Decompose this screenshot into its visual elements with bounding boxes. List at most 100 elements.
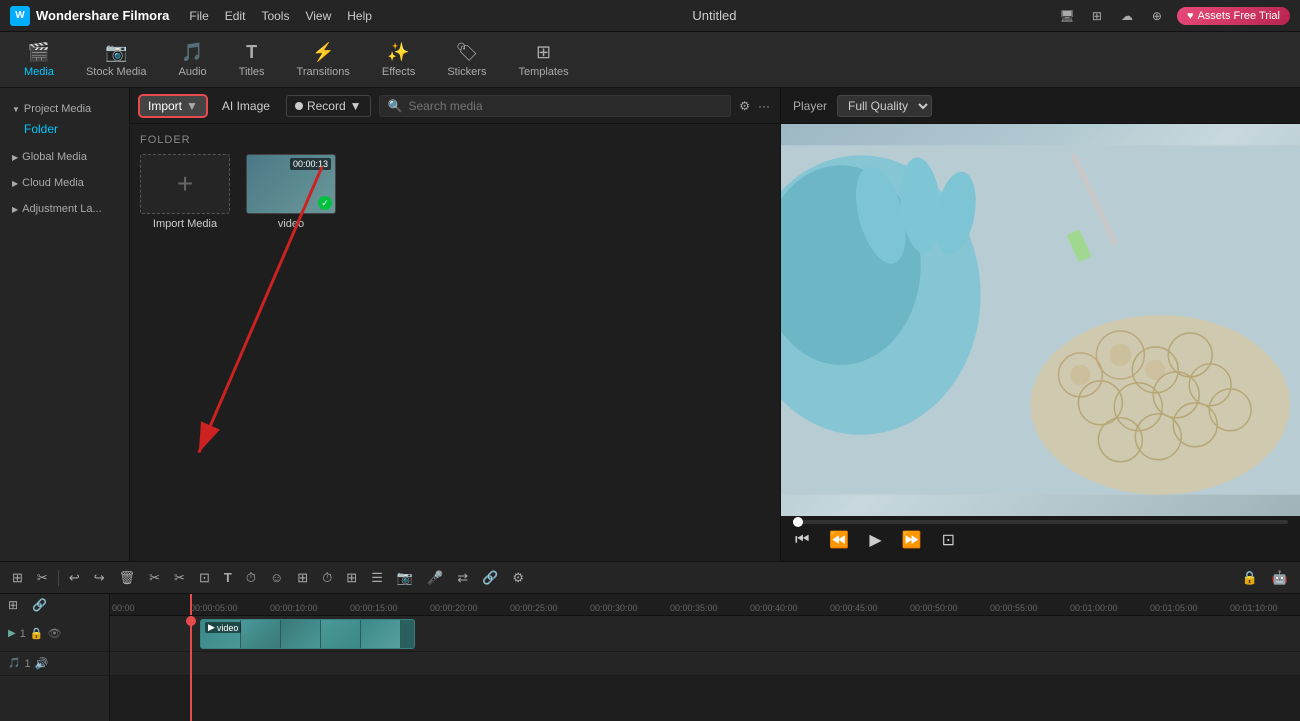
templates-nav-icon: ⊞ bbox=[536, 42, 551, 63]
menu-tools[interactable]: Tools bbox=[261, 9, 289, 23]
nav-templates[interactable]: ⊞ Templates bbox=[504, 36, 582, 84]
import-media-item[interactable]: + Import Media bbox=[140, 154, 230, 230]
video-track-label: ▶ 1 🔒 👁 bbox=[0, 616, 109, 652]
tl-redo-button[interactable]: ↪ bbox=[90, 568, 109, 588]
nav-media[interactable]: 🎬 Media bbox=[10, 36, 68, 84]
tl-ai-button[interactable]: 🤖 bbox=[1268, 568, 1292, 588]
monitor-icon[interactable]: 🖥 bbox=[1057, 6, 1077, 26]
track-area: ▶ video bbox=[110, 616, 1300, 721]
sidebar-project-media-section: ▼ Project Media Folder bbox=[0, 96, 129, 144]
nav-transitions[interactable]: ⚡ Transitions bbox=[283, 36, 364, 84]
clip-thumb-2 bbox=[241, 620, 281, 649]
step-forward-button[interactable]: ⏩ bbox=[900, 528, 924, 552]
preview-video bbox=[781, 124, 1300, 516]
stickers-nav-icon: 🏷 bbox=[455, 42, 478, 63]
progress-fill bbox=[793, 520, 795, 524]
tl-text-button[interactable]: T bbox=[220, 568, 236, 587]
chevron-right-icon: ▶ bbox=[12, 153, 18, 162]
more-options-icon[interactable]: ··· bbox=[758, 99, 770, 113]
sidebar-item-adjustment[interactable]: ▶ Adjustment La... bbox=[8, 200, 121, 218]
nav-effects[interactable]: ✨ Effects bbox=[368, 36, 429, 84]
timeline-toolbar: ⊞ ✂ ↩ ↪ 🗑 ✂ ✂ ⊡ T ⏱ ☺ ⊞ ⏱ ⊞ ☰ 📷 🎤 ⇄ 🔗 ⚙ … bbox=[0, 562, 1300, 594]
video-track-controls: 🔒 👁 bbox=[30, 627, 62, 640]
tl-lock-button[interactable]: 🔒 bbox=[1238, 568, 1262, 588]
navbar: 🎬 Media 📷 Stock Media 🎵 Audio T Titles ⚡… bbox=[0, 32, 1300, 88]
video-clip[interactable]: ▶ video bbox=[200, 619, 415, 649]
tl-crop-button[interactable]: ⊡ bbox=[195, 568, 214, 588]
cloud-icon[interactable]: ☁ bbox=[1117, 6, 1137, 26]
tl-swap-button[interactable]: ⇄ bbox=[453, 568, 472, 588]
play-button[interactable]: ▶ bbox=[867, 528, 883, 552]
progress-bar[interactable] bbox=[793, 520, 1288, 524]
tl-magnet-button[interactable]: ✂ bbox=[33, 568, 52, 588]
video-track-lock-button[interactable]: 🔒 bbox=[30, 627, 44, 640]
tl-cut-button[interactable]: ✂ bbox=[145, 568, 164, 588]
preview-panel: Player Full Quality 1/2 Quality 1/4 Qual… bbox=[780, 88, 1300, 561]
nav-effects-label: Effects bbox=[382, 66, 415, 78]
tl-delete-button[interactable]: 🗑 bbox=[115, 568, 140, 588]
media-panel: Import ▼ AI Image Record ▼ 🔍 ⚙ ··· FOLDE… bbox=[130, 88, 780, 561]
sidebar-item-cloud-media[interactable]: ▶ Cloud Media bbox=[8, 174, 121, 192]
app-logo: W Wondershare Filmora bbox=[10, 6, 169, 26]
audio-track-number: 1 bbox=[24, 658, 30, 670]
nav-audio[interactable]: 🎵 Audio bbox=[165, 36, 221, 84]
nav-stickers[interactable]: 🏷 Stickers bbox=[433, 36, 500, 84]
ruler-label-5: 00:00:05:00 bbox=[190, 603, 238, 613]
import-button[interactable]: Import ▼ bbox=[140, 96, 206, 116]
tl-audio-button[interactable]: 🎤 bbox=[423, 568, 447, 588]
nav-audio-label: Audio bbox=[179, 66, 207, 78]
ai-image-button[interactable]: AI Image bbox=[214, 96, 278, 116]
audio-track-volume-button[interactable]: 🔊 bbox=[35, 657, 49, 670]
sidebar-global-media-section: ▶ Global Media bbox=[0, 144, 129, 170]
tl-link-track-button[interactable]: 🔗 bbox=[28, 596, 51, 614]
audio-track-controls: 🔊 bbox=[35, 657, 49, 670]
video-media-thumb: 00:00:13 ✓ bbox=[246, 154, 336, 214]
record-button[interactable]: Record ▼ bbox=[286, 95, 371, 117]
sidebar-item-project-media[interactable]: ▼ Project Media bbox=[8, 100, 121, 118]
tl-grid-button[interactable]: ⊞ bbox=[8, 568, 27, 588]
ruler-label-50: 00:00:50:00 bbox=[910, 603, 958, 613]
preview-scene-svg bbox=[781, 124, 1300, 516]
tl-link-button[interactable]: 🔗 bbox=[478, 568, 502, 588]
tl-emoji-button[interactable]: ☺ bbox=[266, 568, 287, 587]
nav-titles[interactable]: T Titles bbox=[225, 36, 279, 84]
layout-icon[interactable]: ⊞ bbox=[1087, 6, 1107, 26]
tl-settings-button[interactable]: ⚙ bbox=[508, 568, 528, 588]
menu-view[interactable]: View bbox=[305, 9, 331, 23]
tl-add-track-button[interactable]: ⊞ bbox=[4, 596, 22, 614]
player-label: Player bbox=[793, 99, 827, 113]
video-track-eye-button[interactable]: 👁 bbox=[48, 627, 62, 640]
video-media-label: video bbox=[278, 218, 304, 230]
sidebar-project-media-label: Project Media bbox=[24, 103, 91, 115]
step-back-button[interactable]: ⏪ bbox=[827, 528, 851, 552]
sidebar-item-global-media[interactable]: ▶ Global Media bbox=[8, 148, 121, 166]
tl-camera-button[interactable]: 📷 bbox=[393, 568, 417, 588]
search-input[interactable] bbox=[408, 99, 722, 113]
sidebar: ▼ Project Media Folder ▶ Global Media ▶ … bbox=[0, 88, 130, 561]
menu-bar: File Edit Tools View Help bbox=[189, 9, 372, 23]
menu-file[interactable]: File bbox=[189, 9, 208, 23]
tl-cut2-button[interactable]: ✂ bbox=[170, 568, 189, 588]
menu-help[interactable]: Help bbox=[347, 9, 372, 23]
fullscreen-button[interactable]: ⊡ bbox=[940, 528, 957, 552]
tl-menu-button[interactable]: ☰ bbox=[367, 568, 387, 588]
assets-free-trial-button[interactable]: ♥ Assets Free Trial bbox=[1177, 7, 1290, 25]
playhead-top-circle bbox=[186, 616, 196, 626]
video-media-item[interactable]: 00:00:13 ✓ video bbox=[246, 154, 336, 230]
menu-edit[interactable]: Edit bbox=[225, 9, 246, 23]
clip-thumb-3 bbox=[281, 620, 321, 649]
nav-stock-media[interactable]: 📷 Stock Media bbox=[72, 36, 161, 84]
rewind-button[interactable]: ⏮ bbox=[793, 529, 811, 551]
video-check-icon: ✓ bbox=[318, 196, 332, 210]
tl-undo-button[interactable]: ↩ bbox=[65, 568, 84, 588]
tl-overlay-button[interactable]: ⊞ bbox=[293, 568, 312, 588]
tl-speed-button[interactable]: ⏱ bbox=[242, 568, 260, 588]
quality-select[interactable]: Full Quality 1/2 Quality 1/4 Quality bbox=[837, 95, 932, 117]
filter-icon[interactable]: ⚙ bbox=[739, 99, 750, 113]
chevron-right-icon3: ▶ bbox=[12, 205, 18, 214]
main-area: ▼ Project Media Folder ▶ Global Media ▶ … bbox=[0, 88, 1300, 561]
tl-add-button[interactable]: ⊞ bbox=[342, 568, 361, 588]
sidebar-item-folder[interactable]: Folder bbox=[8, 118, 121, 140]
tl-speed2-button[interactable]: ⏱ bbox=[318, 568, 336, 588]
share-icon[interactable]: ⊕ bbox=[1147, 6, 1167, 26]
